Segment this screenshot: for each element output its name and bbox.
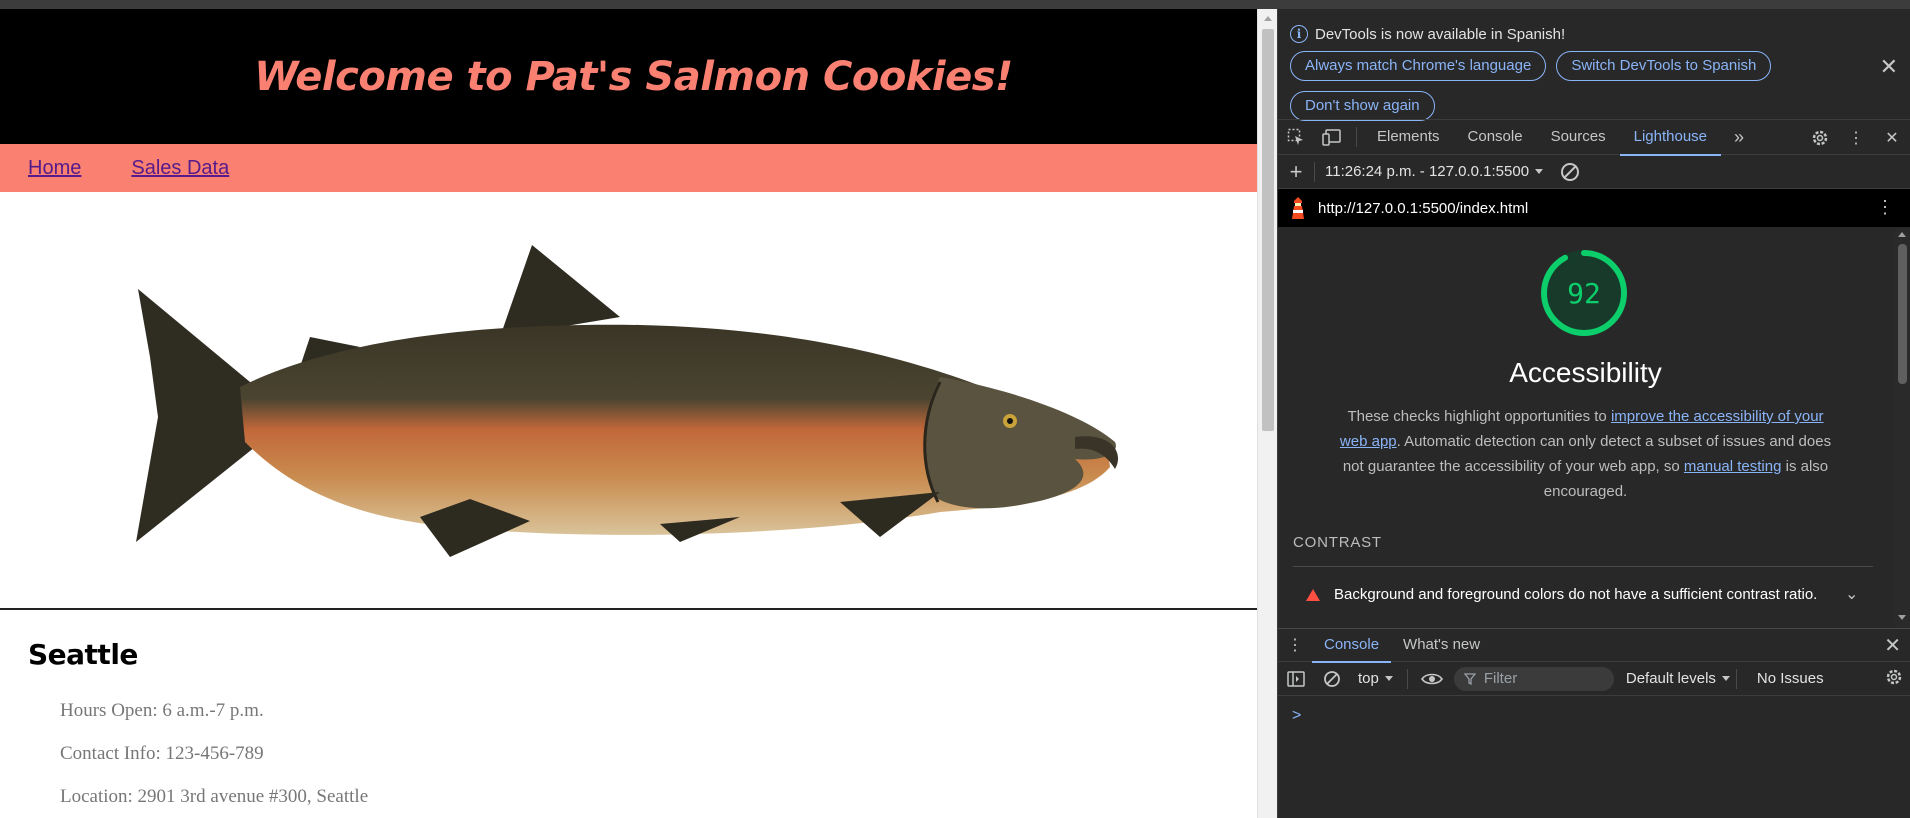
device-toolbar-icon[interactable]: [1314, 119, 1350, 155]
filter-funnel-icon: [1463, 672, 1476, 685]
drawer-tab-bar: ⋮ Console What's new ✕: [1278, 628, 1910, 663]
customize-menu-icon[interactable]: ⋮: [1838, 120, 1874, 156]
toolbar-separator: [1314, 161, 1315, 182]
audit-title: Background and foreground colors do not …: [1334, 586, 1818, 603]
log-levels-dropdown[interactable]: Default levels: [1626, 670, 1730, 687]
chevron-down-icon[interactable]: ⌄: [1845, 584, 1858, 604]
web-page: Welcome to Pat's Salmon Cookies! Home Sa…: [0, 9, 1257, 818]
sidebar-toggle-icon[interactable]: [1278, 670, 1314, 687]
report-scrollbar-thumb[interactable]: [1898, 244, 1907, 384]
drawer-menu-icon[interactable]: ⋮: [1278, 635, 1312, 655]
console-prompt-chevron-icon[interactable]: >: [1292, 707, 1301, 725]
drawer-tab-console[interactable]: Console: [1312, 628, 1392, 663]
scroll-up-arrow-icon[interactable]: [1898, 232, 1906, 237]
notice-message-row: i DevTools is now available in Spanish!: [1290, 25, 1910, 43]
context-selector[interactable]: top: [1350, 670, 1401, 687]
tab-sources[interactable]: Sources: [1537, 119, 1620, 155]
console-filter-input[interactable]: Filter: [1453, 666, 1614, 691]
category-title: Accessibility: [1509, 357, 1662, 388]
issues-counter[interactable]: No Issues: [1757, 670, 1824, 687]
report-selector-caret-icon[interactable]: [1535, 169, 1544, 174]
salmon-image: [136, 245, 1119, 557]
devtools-panel: i DevTools is now available in Spanish! …: [1277, 9, 1910, 818]
store-details: Hours Open: 6 a.m.-7 p.m. Contact Info: …: [60, 689, 1257, 818]
category-description: These checks highlight opportunities to …: [1333, 404, 1838, 504]
drawer-tab-whats-new[interactable]: What's new: [1391, 628, 1492, 662]
store-hours: Hours Open: 6 a.m.-7 p.m.: [60, 700, 264, 721]
console-settings-gear-icon[interactable]: [1885, 668, 1903, 690]
site-header: Welcome to Pat's Salmon Cookies!: [0, 9, 1257, 144]
toolbar-separator: [1406, 668, 1408, 689]
inspect-element-icon[interactable]: [1278, 119, 1314, 155]
live-expression-eye-icon[interactable]: [1414, 672, 1450, 686]
scroll-down-arrow-icon[interactable]: [1898, 615, 1906, 620]
more-tabs-icon[interactable]: »: [1721, 119, 1757, 155]
page-scrollbar[interactable]: [1257, 9, 1277, 818]
report-selector[interactable]: 11:26:24 p.m. - 127.0.0.1:5500: [1325, 163, 1529, 180]
site-nav: Home Sales Data: [0, 144, 1257, 192]
language-notice: i DevTools is now available in Spanish! …: [1278, 9, 1910, 121]
switch-to-spanish-button[interactable]: Switch DevTools to Spanish: [1556, 51, 1772, 81]
log-levels-caret-icon: [1721, 676, 1730, 681]
toolbar-separator: [1356, 127, 1357, 147]
manual-testing-link[interactable]: manual testing: [1684, 458, 1782, 475]
page-scrollbar-thumb[interactable]: [1262, 29, 1274, 431]
contrast-audit-row[interactable]: Background and foreground colors do not …: [1306, 586, 1817, 603]
close-devtools-icon[interactable]: ✕: [1874, 120, 1910, 156]
notice-buttons: Always match Chrome's language Switch De…: [1290, 51, 1810, 121]
settings-gear-icon[interactable]: [1802, 120, 1838, 156]
lighthouse-report: 92 Accessibility These checks highlight …: [1278, 227, 1910, 627]
site-title: Welcome to Pat's Salmon Cookies!: [254, 53, 1013, 100]
clear-reports-icon[interactable]: [1561, 162, 1580, 181]
notice-message: DevTools is now available in Spanish!: [1315, 25, 1566, 43]
tab-elements[interactable]: Elements: [1363, 119, 1454, 155]
report-url: http://127.0.0.1:5500/index.html: [1318, 199, 1529, 217]
close-notice-icon[interactable]: ✕: [1880, 54, 1898, 80]
fail-triangle-icon: [1306, 588, 1320, 601]
close-drawer-icon[interactable]: ✕: [1884, 633, 1901, 658]
clear-console-icon[interactable]: [1314, 670, 1350, 688]
contrast-section-title: CONTRAST: [1293, 534, 1382, 551]
info-icon: i: [1290, 25, 1308, 43]
tab-lighthouse[interactable]: Lighthouse: [1619, 119, 1722, 156]
tab-bar-actions: ⋮ ✕: [1802, 120, 1910, 156]
lighthouse-toolbar: + 11:26:24 p.m. - 127.0.0.1:5500: [1278, 155, 1910, 189]
dont-show-again-button[interactable]: Don't show again: [1290, 91, 1435, 121]
context-caret-icon: [1384, 676, 1393, 681]
lighthouse-logo-icon: [1278, 196, 1318, 220]
log-levels-label: Default levels: [1625, 670, 1716, 687]
toolbar-separator: [1735, 668, 1737, 689]
section-divider: [1293, 566, 1873, 567]
score-value: 92: [1567, 276, 1601, 310]
nav-link-sales-data[interactable]: Sales Data: [131, 157, 229, 180]
store-section: Seattle Hours Open: 6 a.m.-7 p.m. Contac…: [0, 610, 1257, 818]
store-name: Seattle: [28, 638, 138, 671]
new-report-plus-icon[interactable]: +: [1278, 159, 1314, 185]
report-url-bar: http://127.0.0.1:5500/index.html ⋮: [1278, 189, 1910, 227]
tab-console[interactable]: Console: [1454, 119, 1537, 155]
scroll-up-arrow-icon[interactable]: [1264, 16, 1272, 21]
console-toolbar: top Filter Default levels No Issues: [1278, 662, 1910, 696]
filter-placeholder: Filter: [1483, 670, 1518, 687]
always-match-language-button[interactable]: Always match Chrome's language: [1290, 51, 1547, 81]
store-location: Location: 2901 3rd avenue #300, Seattle: [60, 786, 369, 807]
store-contact: Contact Info: 123-456-789: [60, 743, 264, 764]
devtools-tab-bar: Elements Console Sources Lighthouse » ⋮ …: [1278, 119, 1910, 156]
report-scrollbar[interactable]: [1895, 228, 1910, 628]
browser-top-strip: [0, 0, 1910, 9]
hero-image-area: [0, 192, 1257, 610]
report-menu-icon[interactable]: ⋮: [1876, 197, 1894, 218]
context-value: top: [1358, 670, 1379, 687]
nav-link-home[interactable]: Home: [28, 157, 81, 180]
desc-text-1: These checks highlight opportunities to: [1347, 408, 1611, 425]
